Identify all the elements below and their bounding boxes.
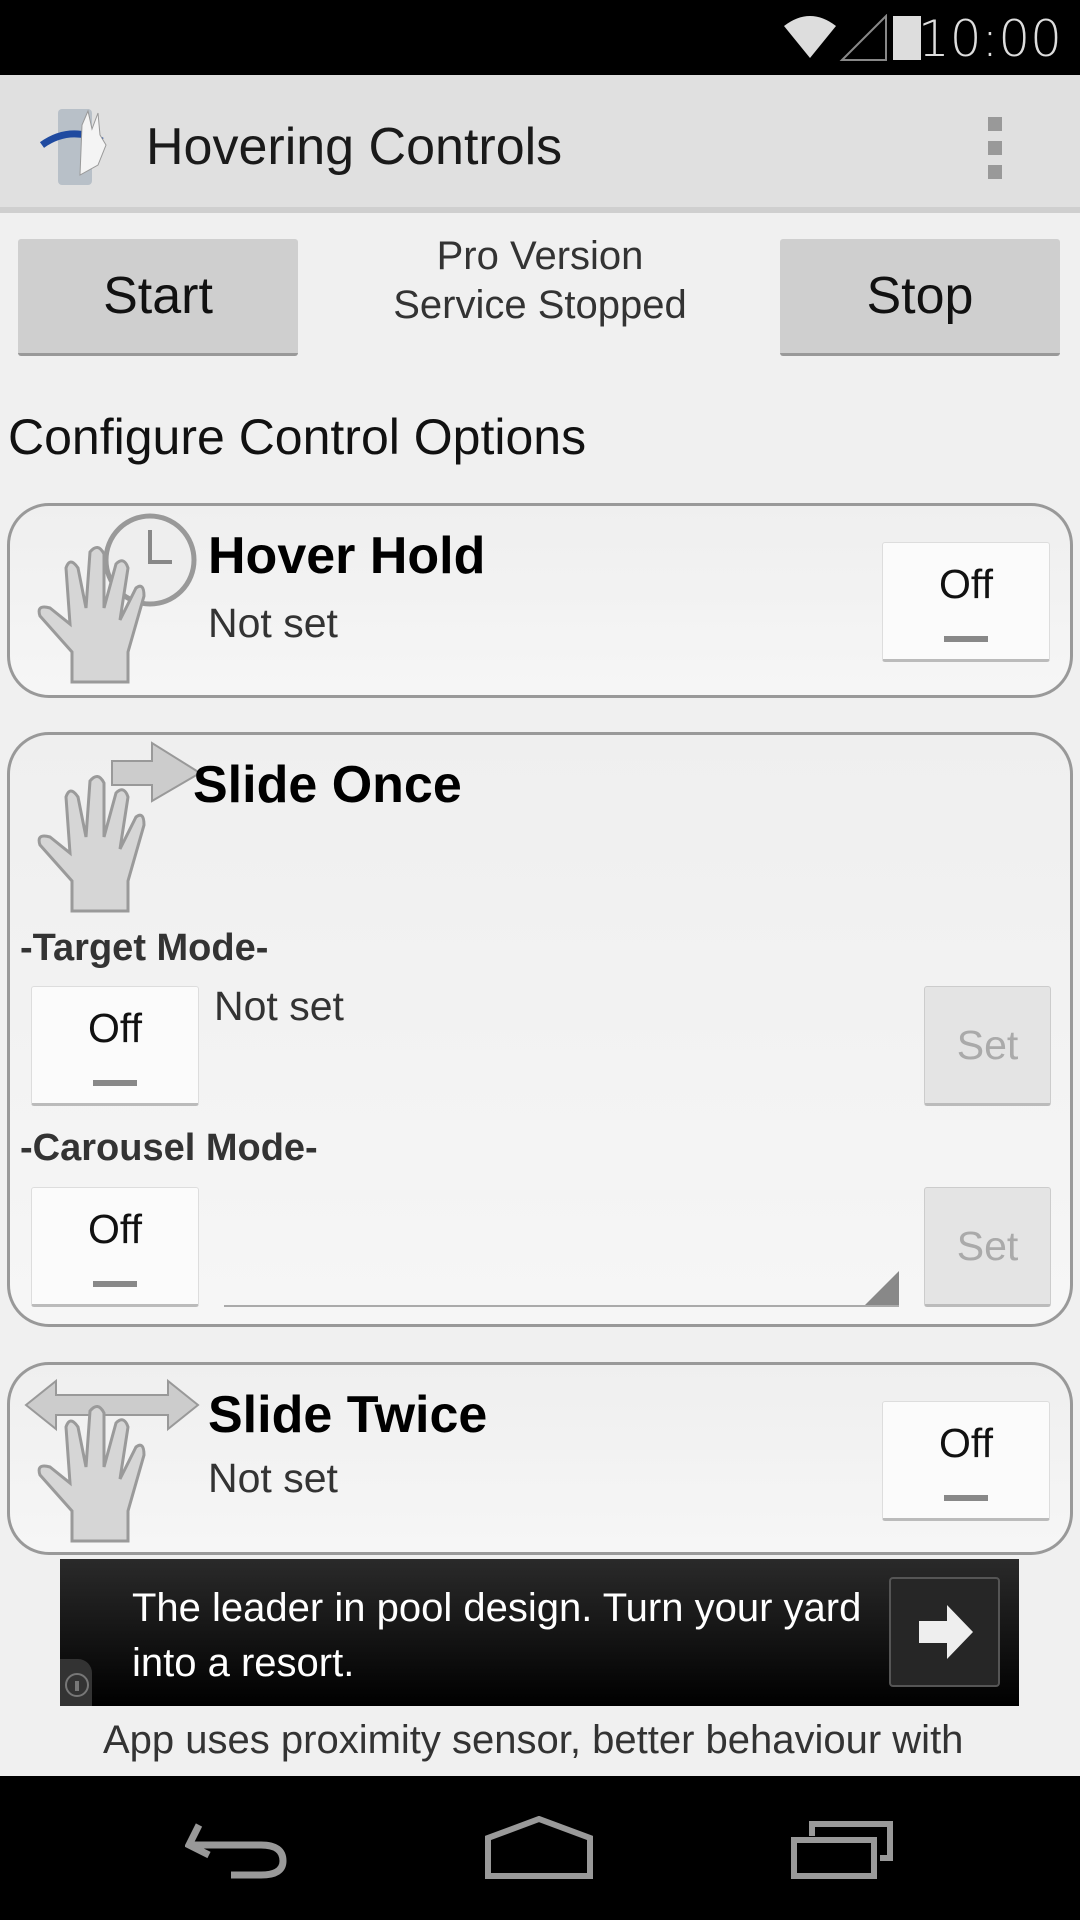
battery-icon xyxy=(893,16,921,60)
hover-hold-hand-icon xyxy=(37,513,197,684)
app-logo-icon xyxy=(40,109,107,185)
service-status: Pro Version Service Stopped xyxy=(330,232,750,330)
hover-hold-title: Hover Hold xyxy=(208,527,486,585)
ad-text: The leader in pool design. Turn your yar… xyxy=(132,1586,862,1685)
section-title: Configure Control Options xyxy=(8,409,587,465)
toggle-label: Off xyxy=(88,1004,142,1051)
slide-once-hand-icon xyxy=(37,741,202,913)
ad-arrow-button[interactable] xyxy=(889,1577,1000,1687)
service-state: Service Stopped xyxy=(393,283,687,327)
version-label: Pro Version xyxy=(436,234,644,278)
slide-twice-title: Slide Twice xyxy=(208,1386,488,1444)
toggle-label: Off xyxy=(88,1205,142,1252)
carousel-mode-set-button[interactable]: Set xyxy=(924,1187,1051,1307)
recents-icon[interactable] xyxy=(790,1820,900,1880)
footer-line-1: App uses proximity sensor, better behavi… xyxy=(103,1718,964,1762)
carousel-mode-toggle[interactable]: Off xyxy=(31,1187,199,1307)
arrow-right-icon xyxy=(919,1605,973,1659)
toggle-label: Off xyxy=(939,1419,993,1466)
overflow-menu-icon[interactable] xyxy=(988,117,1002,189)
hover-hold-toggle[interactable]: Off xyxy=(882,542,1050,662)
wifi-icon xyxy=(784,14,887,61)
slide-twice-toggle[interactable]: Off xyxy=(882,1401,1050,1521)
carousel-mode-spinner[interactable] xyxy=(224,1263,899,1307)
slide-once-title: Slide Once xyxy=(193,756,462,814)
target-mode-value: Not set xyxy=(214,983,344,1029)
slide-twice-hand-icon xyxy=(24,1378,200,1543)
back-icon[interactable] xyxy=(185,1821,295,1881)
signal-icon xyxy=(839,14,887,61)
stop-button[interactable]: Stop xyxy=(780,239,1060,356)
target-mode-label: -Target Mode- xyxy=(20,927,269,969)
target-mode-set-button[interactable]: Set xyxy=(924,986,1051,1106)
ad-info-icon[interactable] xyxy=(60,1659,92,1706)
action-bar: Hovering Controls xyxy=(0,75,1080,213)
ad-banner[interactable]: The leader in pool design. Turn your yar… xyxy=(60,1559,1019,1706)
start-button[interactable]: Start xyxy=(18,239,298,356)
slide-twice-value: Not set xyxy=(208,1455,338,1501)
navigation-bar xyxy=(0,1776,1080,1920)
status-bar: 10:00 xyxy=(0,0,1080,75)
carousel-mode-label: -Carousel Mode- xyxy=(20,1127,318,1169)
app-title: Hovering Controls xyxy=(146,118,563,176)
slide-twice-card: Slide Twice Not set Off xyxy=(7,1362,1073,1555)
spinner-corner-icon xyxy=(865,1271,899,1305)
toggle-label: Off xyxy=(939,560,993,607)
clock: 10:00 xyxy=(917,10,1062,68)
hover-hold-value: Not set xyxy=(208,600,338,646)
slide-once-card: Slide Once -Target Mode- Off Not set Set… xyxy=(7,732,1073,1327)
hover-hold-card: Hover Hold Not set Off xyxy=(7,503,1073,698)
target-mode-toggle[interactable]: Off xyxy=(31,986,199,1106)
home-icon[interactable] xyxy=(484,1816,594,1881)
